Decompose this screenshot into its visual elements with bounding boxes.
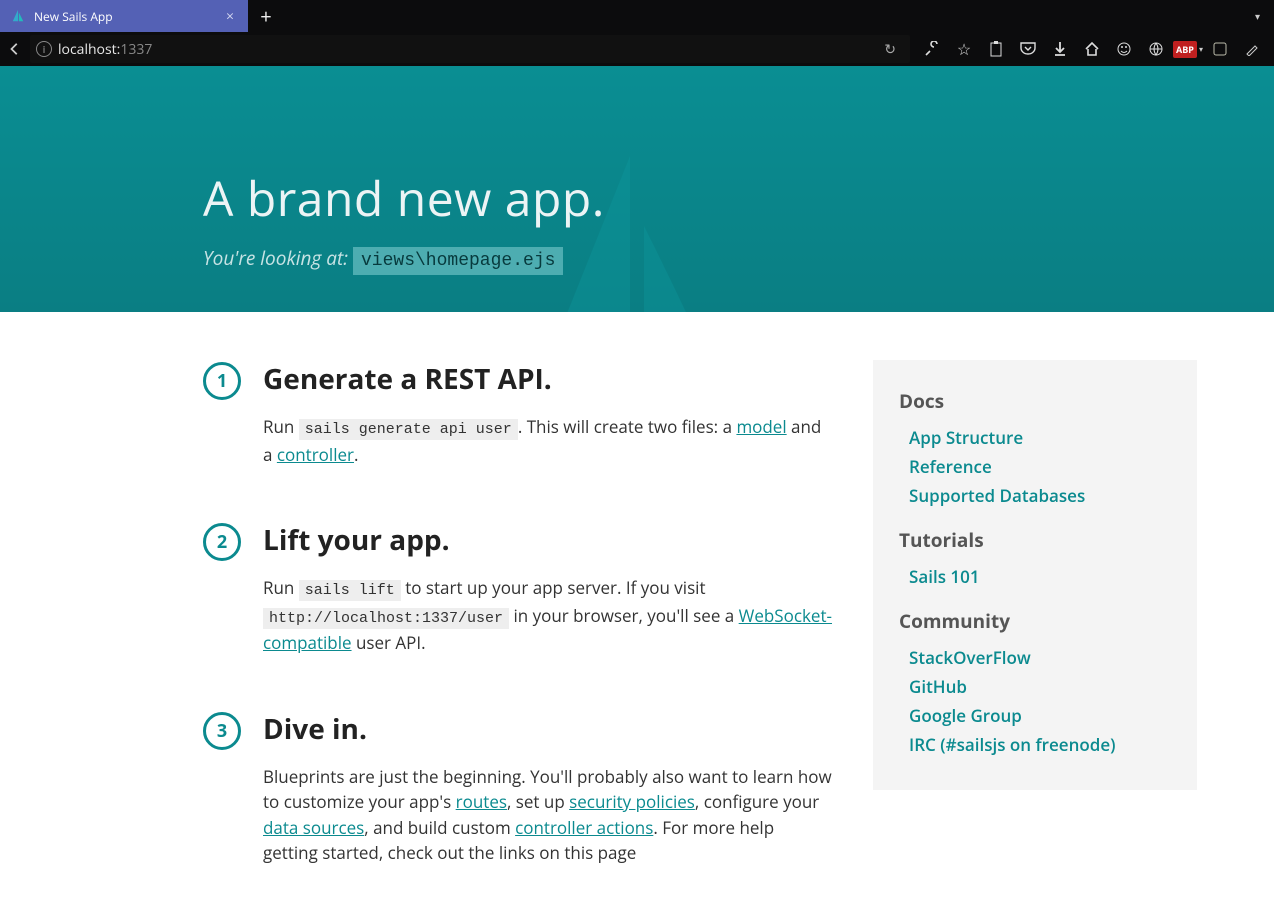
hero-view-path: views\homepage.ejs [353,247,563,275]
pocket-icon[interactable] [1018,39,1038,59]
sidebar-link[interactable]: Google Group [909,704,1171,727]
step-title: Dive in. [263,710,833,748]
controller-actions-link[interactable]: controller actions [515,816,653,839]
abp-icon[interactable]: ABP▾ [1178,39,1198,59]
sidebar-link[interactable]: Supported Databases [909,484,1171,507]
hero-subtitle: You're looking at: views\homepage.ejs [203,245,1197,271]
code-url: http://localhost:1337/user [263,608,509,629]
site-info-icon[interactable]: i [36,41,52,57]
browser-nav-bar: i localhost:1337 ↻ ☆ ABP▾ [0,32,1274,66]
url-host: localhost: [58,40,120,59]
hero-title: A brand new app. [203,166,1197,231]
step-3: 3 Dive in. Blueprints are just the begin… [203,710,833,866]
sidebar-link[interactable]: StackOverFlow [909,646,1171,669]
tab-bar-menu[interactable]: ▾ [284,0,1274,32]
sidebar: Docs App Structure Reference Supported D… [873,360,1197,790]
step-text: Run sails generate api user. This will c… [263,414,833,467]
close-tab-icon[interactable]: × [222,7,238,26]
step-text: Blueprints are just the beginning. You'l… [263,764,833,866]
sidebar-link[interactable]: IRC (#sailsjs on freenode) [909,733,1171,756]
browser-tab[interactable]: New Sails App × [0,0,248,32]
extension-icon[interactable] [1210,39,1230,59]
face-icon[interactable] [1114,39,1134,59]
step-number: 1 [203,362,241,400]
hero-subtitle-prefix: You're looking at: [203,245,353,271]
security-policies-link[interactable]: security policies [569,790,695,813]
code-snippet: sails generate api user [299,419,518,440]
sidebar-heading-community: Community [899,608,1171,634]
step-number: 3 [203,712,241,750]
devtools-icon[interactable] [922,39,942,59]
browser-tab-bar: New Sails App × + ▾ [0,0,1274,32]
new-tab-button[interactable]: + [248,0,284,32]
sails-favicon-icon [10,8,26,24]
tab-title: New Sails App [34,8,222,25]
address-bar[interactable]: i localhost:1337 ↻ [30,35,910,63]
controller-link[interactable]: controller [277,443,354,466]
sidebar-heading-docs: Docs [899,388,1171,414]
toolbar-icons: ☆ ABP▾ [914,39,1270,59]
main-content: 1 Generate a REST API. Run sails generat… [77,360,1197,914]
url-port: 1337 [120,40,152,59]
step-2: 2 Lift your app. Run sails lift to start… [203,521,833,656]
routes-link[interactable]: routes [456,790,507,813]
step-text: Run sails lift to start up your app serv… [263,575,833,656]
downloads-icon[interactable] [1050,39,1070,59]
step-number: 2 [203,523,241,561]
sidebar-link[interactable]: GitHub [909,675,1171,698]
sidebar-heading-tutorials: Tutorials [899,527,1171,553]
back-button-icon[interactable] [4,38,26,60]
data-sources-link[interactable]: data sources [263,816,364,839]
code-snippet: sails lift [299,580,401,601]
steps-column: 1 Generate a REST API. Run sails generat… [203,360,833,914]
hero-banner: A brand new app. You're looking at: view… [0,66,1274,312]
bookmark-star-icon[interactable]: ☆ [954,39,974,59]
model-link[interactable]: model [736,415,786,438]
sidebar-link[interactable]: Reference [909,455,1171,478]
step-title: Lift your app. [263,521,833,559]
home-icon[interactable] [1082,39,1102,59]
edit-icon[interactable] [1242,39,1262,59]
clipboard-icon[interactable] [986,39,1006,59]
globe-icon[interactable] [1146,39,1166,59]
step-1: 1 Generate a REST API. Run sails generat… [203,360,833,467]
reload-icon[interactable]: ↻ [876,40,904,59]
step-title: Generate a REST API. [263,360,833,398]
sidebar-link[interactable]: Sails 101 [909,565,1171,588]
sidebar-link[interactable]: App Structure [909,426,1171,449]
